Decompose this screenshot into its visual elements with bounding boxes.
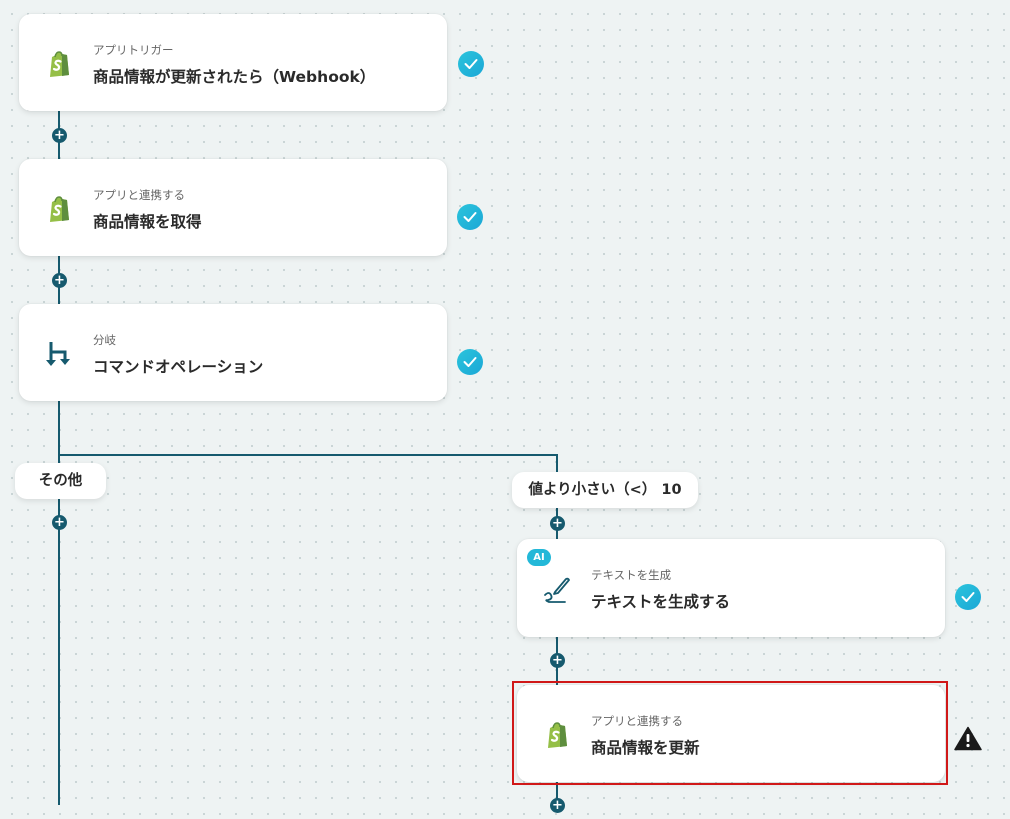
step-category: テキストを生成 bbox=[591, 568, 672, 582]
step-category: アプリトリガー bbox=[93, 43, 174, 57]
branch-icon bbox=[43, 338, 75, 370]
completed-check-icon bbox=[457, 349, 483, 375]
ai-badge: AI bbox=[527, 549, 551, 566]
step-title: コマンドオペレーション bbox=[93, 358, 264, 376]
completed-check-icon bbox=[955, 584, 981, 610]
step-category: アプリと連携する bbox=[93, 188, 185, 202]
add-step-button[interactable]: + bbox=[52, 515, 67, 530]
flow-step-get-product[interactable]: アプリと連携する 商品情報を取得 bbox=[19, 159, 447, 256]
step-title: テキストを生成する bbox=[591, 593, 731, 611]
warning-icon bbox=[954, 726, 982, 755]
branch-label-condition[interactable]: 値より小さい（<） 10 bbox=[512, 472, 698, 508]
completed-check-icon bbox=[457, 204, 483, 230]
add-step-button[interactable]: + bbox=[52, 128, 67, 143]
flow-step-generate-text[interactable]: AI テキストを生成 テキストを生成する bbox=[517, 539, 945, 637]
add-step-button[interactable]: + bbox=[550, 798, 565, 813]
pen-icon bbox=[541, 573, 573, 605]
shopify-icon bbox=[43, 48, 75, 80]
connector-branch-right-top bbox=[556, 454, 558, 474]
add-step-button[interactable]: + bbox=[550, 653, 565, 668]
flow-step-trigger[interactable]: アプリトリガー 商品情報が更新されたら（Webhook） bbox=[19, 14, 447, 111]
flow-step-branch[interactable]: 分岐 コマンドオペレーション bbox=[19, 304, 447, 401]
completed-check-icon bbox=[458, 51, 484, 77]
connector-branch-horizontal bbox=[58, 454, 558, 456]
add-step-button[interactable]: + bbox=[550, 516, 565, 531]
step-category: 分岐 bbox=[93, 333, 116, 347]
branch-label-else[interactable]: その他 bbox=[15, 463, 106, 499]
shopify-icon bbox=[43, 193, 75, 225]
step-title: 商品情報を取得 bbox=[93, 213, 202, 231]
step-title: 商品情報が更新されたら（Webhook） bbox=[93, 68, 376, 86]
add-step-button[interactable]: + bbox=[52, 273, 67, 288]
selection-highlight bbox=[512, 681, 948, 785]
